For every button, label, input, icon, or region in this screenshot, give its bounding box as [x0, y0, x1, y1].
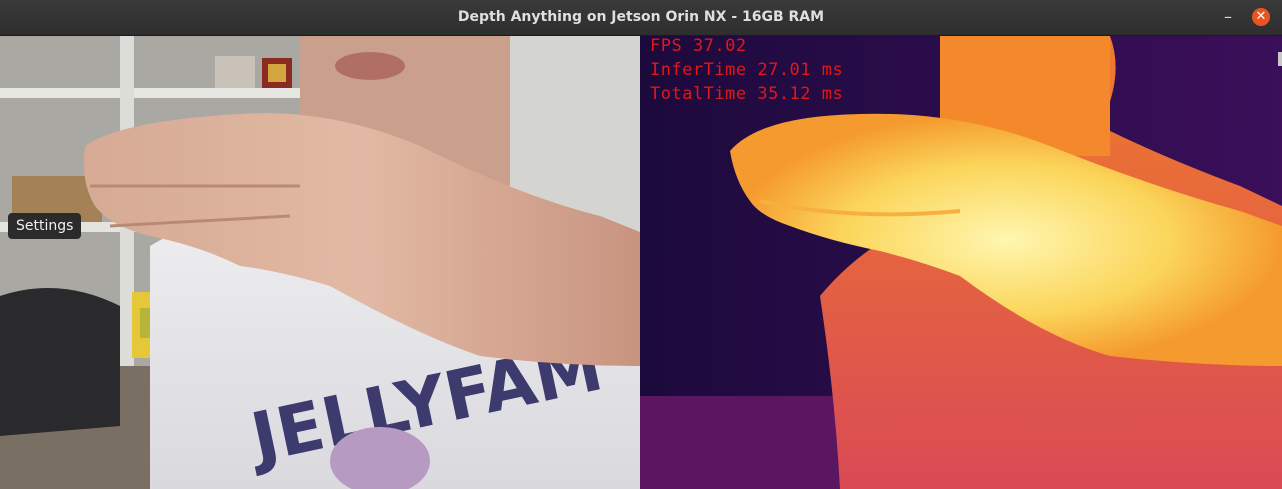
scroll-handle[interactable]: [1278, 52, 1282, 66]
total-time-readout: TotalTime 35.12 ms: [650, 84, 844, 104]
camera-image: JELLYFAM: [0, 36, 640, 489]
app-window: Depth Anything on Jetson Orin NX - 16GB …: [0, 0, 1282, 489]
video-area: JELLYFAM Settings FPS 37.02 InferTime 27…: [0, 36, 1282, 489]
close-button[interactable]: ✕: [1252, 8, 1270, 26]
infer-time-readout: InferTime 27.01 ms: [650, 60, 844, 80]
depth-map-view: FPS 37.02 InferTime 27.01 ms TotalTime 3…: [640, 36, 1282, 489]
minimize-button[interactable]: –: [1219, 8, 1237, 26]
title-bar[interactable]: Depth Anything on Jetson Orin NX - 16GB …: [0, 0, 1282, 36]
window-title: Depth Anything on Jetson Orin NX - 16GB …: [457, 9, 825, 25]
fps-readout: FPS 37.02: [650, 36, 747, 56]
settings-tooltip: Settings: [8, 213, 82, 239]
camera-view: JELLYFAM Settings: [0, 36, 640, 489]
